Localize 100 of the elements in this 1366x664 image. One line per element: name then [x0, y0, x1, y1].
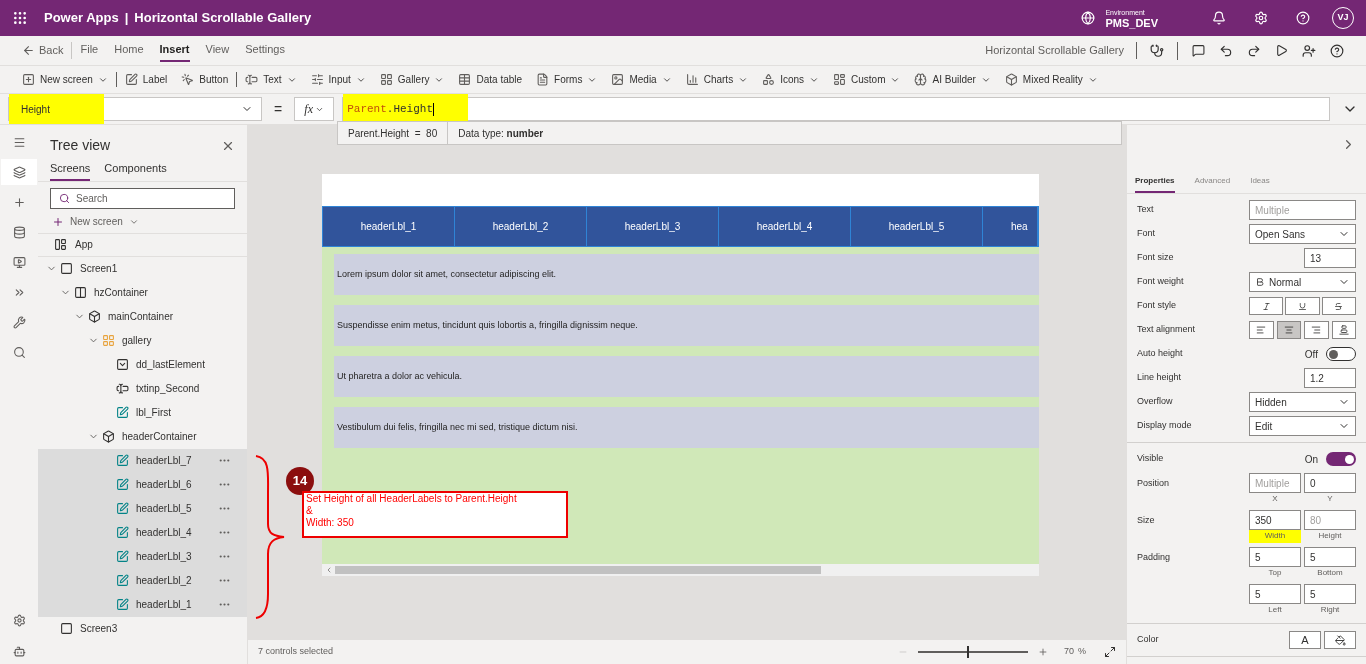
search-icon — [12, 345, 26, 359]
new-screen-button[interactable]: New screen — [38, 210, 247, 233]
header-label[interactable]: headerLbl_5 — [851, 207, 983, 246]
panel-tab[interactable]: Screens — [50, 160, 91, 181]
ribbon-button[interactable]: Button — [181, 72, 229, 87]
tree-item[interactable]: Screen3 — [38, 616, 247, 641]
header-label[interactable]: hea — [983, 207, 1038, 246]
tree-item[interactable]: hzContainer — [38, 280, 247, 305]
number-field[interactable]: 1.2 — [1304, 368, 1356, 388]
panel-tab[interactable]: Properties — [1135, 175, 1175, 193]
ribbon-button[interactable]: Text — [245, 72, 297, 87]
tree-item[interactable]: headerLbl_3 — [38, 544, 247, 569]
tree-item[interactable]: headerContainer — [38, 424, 247, 449]
scroll-left-icon[interactable] — [325, 566, 333, 574]
tree-item[interactable]: txtinp_Second — [38, 376, 247, 401]
layers-rail-button[interactable] — [1, 159, 37, 185]
ribbon-button[interactable]: Input — [310, 72, 366, 87]
ribbon-button[interactable]: Charts — [685, 72, 749, 87]
ribbon-button[interactable]: Data table — [458, 72, 523, 87]
menu-tab[interactable]: Settings — [245, 39, 285, 62]
search-field[interactable]: Search — [50, 187, 235, 209]
dropdown[interactable]: Open Sans — [1249, 224, 1356, 244]
tree-item[interactable]: App — [38, 232, 247, 257]
header-label[interactable]: headerLbl_3 — [587, 207, 719, 246]
align-left-button[interactable] — [1249, 321, 1274, 339]
italic-button[interactable] — [1249, 297, 1284, 315]
environment-name[interactable]: PMS_DEV — [1105, 18, 1158, 29]
zoom-slider[interactable] — [917, 646, 1028, 658]
menu-tab[interactable]: Home — [114, 39, 144, 62]
notifications-icon[interactable] — [1212, 11, 1226, 25]
tree-item[interactable]: headerLbl_5 — [38, 496, 247, 521]
text-color-button[interactable]: A — [1289, 631, 1321, 649]
align-right-button[interactable] — [1304, 321, 1329, 339]
tree-item[interactable]: mainContainer — [38, 304, 247, 329]
ribbon-button[interactable]: New screen — [22, 72, 108, 87]
underline-button[interactable] — [1285, 297, 1320, 315]
header-label[interactable]: headerLbl_2 — [455, 207, 587, 246]
redo-icon[interactable] — [1247, 43, 1261, 58]
bot-icon[interactable] — [12, 645, 26, 658]
ribbon-button[interactable]: Custom — [833, 72, 901, 87]
ribbon-button[interactable]: Forms — [536, 72, 598, 87]
field-caption: Height — [1318, 530, 1342, 542]
zoom-thumb[interactable] — [967, 646, 970, 658]
help-icon[interactable] — [1330, 43, 1344, 58]
fit-screen-icon[interactable] — [1104, 646, 1116, 658]
ribbon-button[interactable]: Icons — [762, 72, 820, 87]
tree-item[interactable]: gallery — [38, 328, 247, 353]
undo-icon[interactable] — [1219, 43, 1233, 58]
menu-tab[interactable]: File — [80, 39, 99, 62]
ribbon-button[interactable]: Label — [124, 72, 168, 87]
gallery-row[interactable]: Ut pharetra a dolor ac vehicula. — [334, 356, 1039, 397]
number-field[interactable]: 5 — [1249, 584, 1301, 604]
strikethrough-button[interactable] — [1321, 297, 1356, 315]
zoom-in-icon[interactable] — [1037, 647, 1048, 657]
ribbon-button[interactable]: Media — [611, 72, 672, 87]
panel-tab[interactable]: Components — [104, 160, 167, 181]
app-launcher-icon[interactable] — [12, 10, 28, 26]
toggle-switch[interactable] — [1326, 452, 1356, 466]
ribbon-button[interactable]: Gallery — [379, 72, 445, 87]
ribbon-button[interactable]: AI Builder — [914, 72, 991, 87]
number-field[interactable]: 350 — [1249, 510, 1301, 530]
tree-item[interactable]: headerLbl_7 — [38, 448, 247, 473]
property-selector[interactable]: Height — [8, 97, 262, 121]
back-button[interactable]: Back — [22, 42, 73, 59]
gallery-row[interactable]: Vestibulum dui felis, fringilla nec mi sed, tristique dictum nisi. — [334, 407, 1039, 448]
settings-icon[interactable] — [12, 614, 26, 627]
dropdown[interactable]: Edit — [1249, 416, 1356, 436]
align-bottom-button[interactable] — [1331, 321, 1356, 339]
menu-tab[interactable]: Insert — [159, 39, 190, 62]
comment-icon[interactable] — [1192, 44, 1205, 57]
tree-item[interactable]: headerLbl_4 — [38, 520, 247, 545]
dropdown[interactable]: Hidden — [1249, 392, 1356, 412]
ribbon-button[interactable]: Mixed Reality — [1004, 72, 1098, 87]
number-field[interactable]: 5 — [1304, 547, 1356, 567]
fx-button[interactable]: fx — [294, 97, 335, 121]
number-field[interactable]: 13 — [1304, 248, 1356, 268]
tree-item[interactable]: headerLbl_1 — [38, 592, 247, 617]
tree-item[interactable]: headerLbl_2 — [38, 568, 247, 593]
header-label[interactable]: headerLbl_1 — [323, 207, 455, 246]
toggle-switch[interactable] — [1326, 347, 1356, 361]
fill-color-button[interactable] — [1324, 631, 1356, 649]
number-field[interactable]: 5 — [1304, 584, 1356, 604]
horizontal-scrollbar[interactable] — [322, 564, 1039, 576]
play-icon[interactable] — [1275, 44, 1288, 57]
share-icon[interactable] — [1302, 43, 1316, 58]
tree-item[interactable]: dd_lastElement — [38, 352, 247, 377]
dropdown[interactable]: Normal — [1249, 272, 1356, 292]
header-container[interactable]: headerLbl_1 headerLbl_2 headerLbl_3 headerLbl_4 headerLbl_5 hea — [322, 206, 1039, 247]
tree-item[interactable]: Screen1 — [38, 256, 247, 281]
gallery-row[interactable]: Suspendisse enim metus, tincidunt quis lobortis a, fringilla dignissim neque. — [334, 305, 1039, 346]
number-field[interactable]: 0 — [1304, 473, 1356, 493]
stethoscope-icon[interactable] — [1150, 43, 1164, 58]
align-center-button[interactable] — [1276, 321, 1301, 339]
gallery-row[interactable]: Lorem ipsum dolor sit amet, consectetur adipiscing elit. — [334, 254, 1039, 295]
header-label[interactable]: headerLbl_4 — [719, 207, 851, 246]
tree-item[interactable]: lbl_First — [38, 400, 247, 425]
tree-item[interactable]: headerLbl_6 — [38, 472, 247, 497]
formula-field[interactable]: Parent.Height — [342, 97, 1330, 121]
menu-tab[interactable]: View — [205, 39, 230, 62]
number-field[interactable]: 5 — [1249, 547, 1301, 567]
